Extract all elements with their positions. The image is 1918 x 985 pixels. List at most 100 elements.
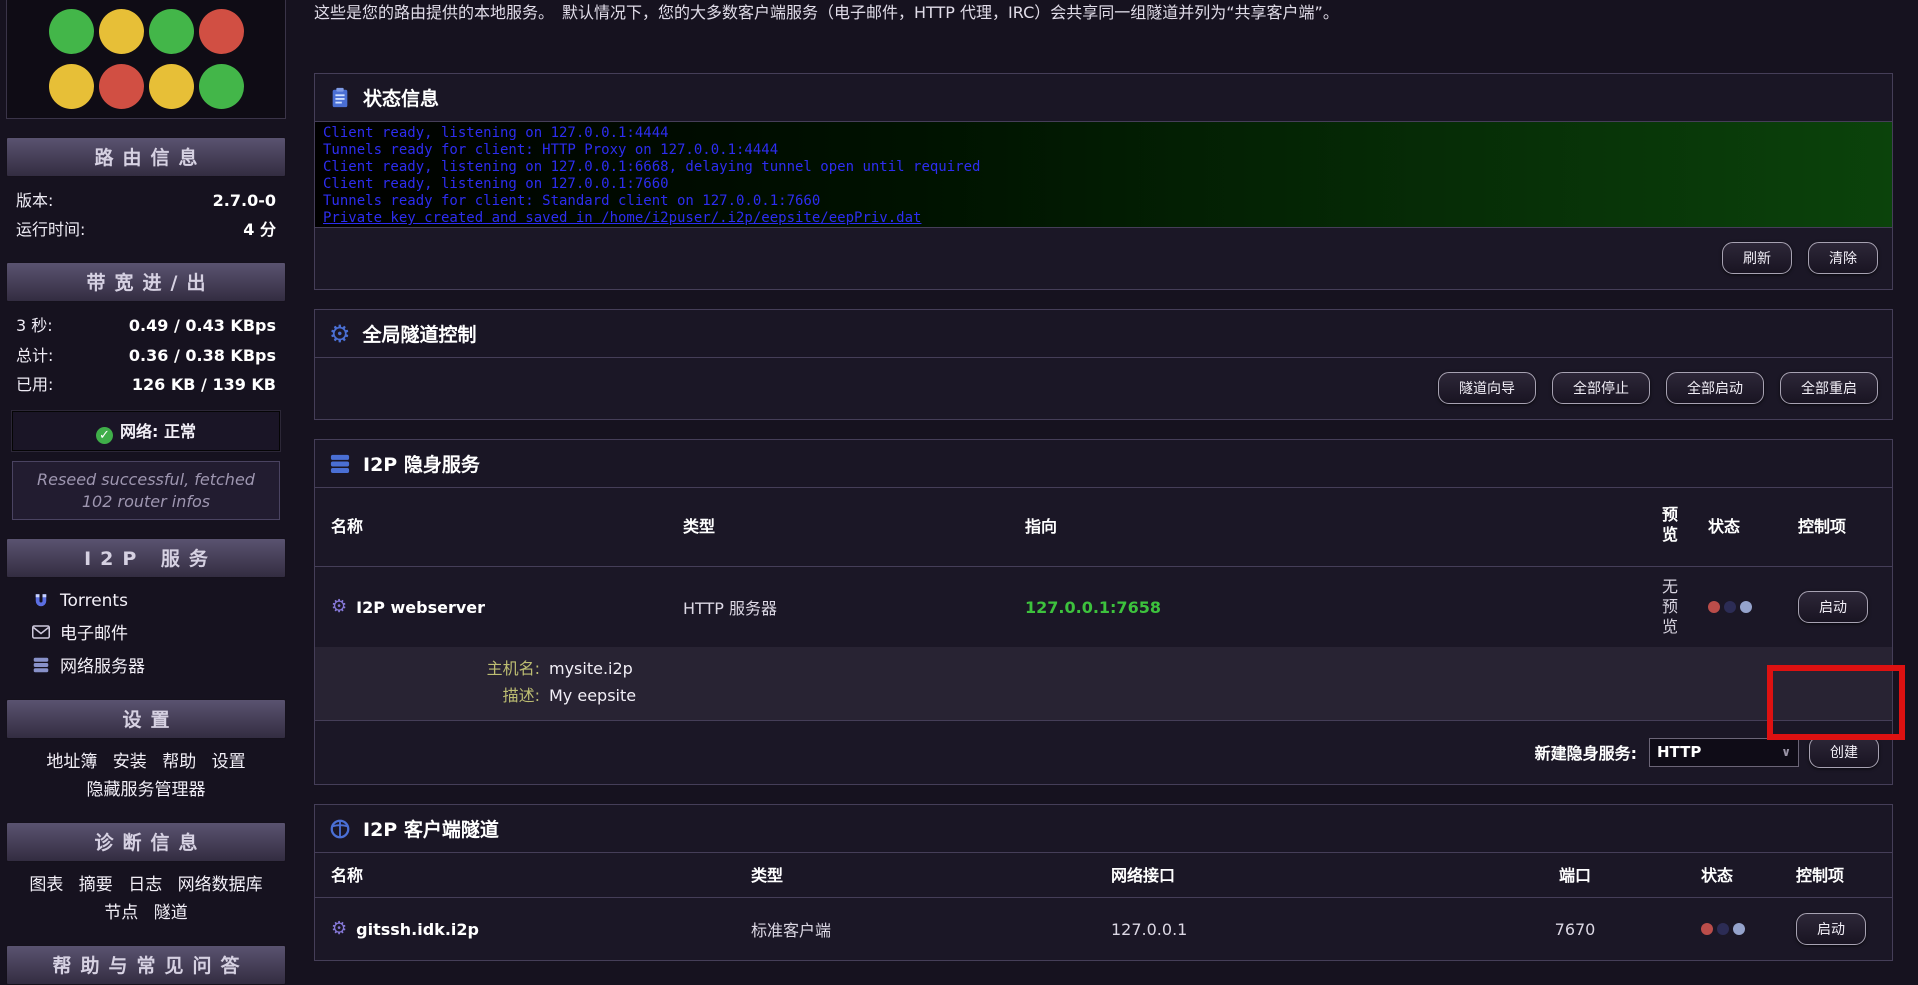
i2p-logo: [6, 0, 286, 119]
sidebar-section-help-faq: 帮助与常见问答: [6, 945, 286, 985]
stop-all-button[interactable]: 全部停止: [1552, 372, 1650, 404]
logo-circle: [199, 9, 244, 54]
sidebar-link-charts[interactable]: 图表: [29, 875, 63, 895]
sidebar-item-label: Torrents: [60, 591, 128, 611]
sidebar-section-services: I2P 服务: [6, 538, 286, 578]
status-dots: [1692, 591, 1782, 623]
create-button[interactable]: 创建: [1809, 736, 1879, 768]
sidebar-item-email[interactable]: 电子邮件: [2, 615, 290, 648]
stat-row-3s: 3 秒: 0.49 / 0.43 KBps: [2, 311, 290, 340]
sidebar-section-bandwidth: 带宽进/出: [6, 262, 286, 302]
col-header-control: 控制项: [1780, 853, 1892, 897]
tunnel-name: I2P webserver: [356, 598, 485, 617]
start-tunnel-button[interactable]: 启动: [1798, 591, 1868, 623]
hostname-label: 主机名:: [315, 656, 540, 682]
status-dot: [1724, 601, 1736, 613]
logo-row: [49, 64, 244, 109]
sidebar-item-label: 电子邮件: [60, 619, 128, 644]
description-value: My eepsite: [549, 683, 1892, 709]
bw-used-label: 已用:: [16, 373, 53, 396]
version-label: 版本:: [16, 189, 53, 212]
status-panel-footer: 刷新 清除: [315, 228, 1892, 289]
sidebar-link-peers[interactable]: 节点: [104, 903, 138, 923]
client-tunnels-panel: I2P 客户端隧道 名称 类型 网络接口 端口 状态 控制项 ⚙ gitssh.…: [314, 804, 1893, 961]
sidebar-link-netdb[interactable]: 网络数据库: [178, 875, 263, 895]
bw-3s-label: 3 秒:: [16, 314, 53, 337]
network-status-box[interactable]: ✓ 网络: 正常: [12, 411, 280, 451]
refresh-button[interactable]: 刷新: [1722, 242, 1792, 274]
diagnostics-links-row2: 节点 隧道: [2, 899, 290, 927]
logo-circle: [99, 64, 144, 109]
tunnel-type-cell: 标准客户端: [735, 902, 1095, 956]
col-header-status: 状态: [1685, 853, 1780, 897]
status-dot: [1717, 923, 1729, 935]
check-circle-icon: ✓: [96, 427, 113, 444]
sidebar-item-label: 网络服务器: [60, 652, 145, 677]
tunnel-wizard-button[interactable]: 隧道向导: [1438, 372, 1536, 404]
settings-links-row: 地址簿 安装 帮助 设置: [2, 748, 290, 776]
col-header-target: 指向: [1009, 496, 1658, 558]
sidebar: 路由信息 版本: 2.7.0-0 运行时间: 4 分 带宽进/出 3 秒: 0.…: [0, 0, 292, 872]
sidebar-item-webserver[interactable]: 网络服务器: [2, 648, 290, 681]
network-status-text: 网络: 正常: [120, 422, 196, 441]
sidebar-item-torrents[interactable]: Torrents: [2, 587, 290, 615]
logo-circle: [99, 9, 144, 54]
magnet-icon: [32, 592, 50, 610]
col-header-status: 状态: [1692, 496, 1782, 558]
col-header-control: 控制项: [1782, 496, 1892, 558]
logo-row: [49, 9, 244, 54]
tunnel-target-cell: 127.0.0.1:7658: [1009, 588, 1658, 627]
sidebar-link-install[interactable]: 安装: [113, 752, 147, 772]
description-label: 描述:: [315, 683, 540, 709]
tunnel-detail-block: 主机名: mysite.i2p 描述: My eepsite: [315, 647, 1892, 720]
bw-total-value: 0.36 / 0.38 KBps: [129, 344, 276, 367]
stat-row-total: 总计: 0.36 / 0.38 KBps: [2, 341, 290, 370]
sidebar-link-addressbook[interactable]: 地址簿: [46, 752, 97, 772]
bw-3s-value: 0.49 / 0.43 KBps: [129, 314, 276, 337]
global-control-header: ⚙ 全局隧道控制: [315, 310, 1892, 358]
sidebar-link-settings[interactable]: 设置: [212, 752, 246, 772]
version-value: 2.7.0-0: [213, 189, 276, 212]
stat-row-version: 版本: 2.7.0-0: [2, 186, 290, 215]
table-row: ⚙ I2P webserver HTTP 服务器 127.0.0.1:7658 …: [315, 566, 1892, 647]
panel-title: 状态信息: [363, 84, 439, 111]
console-line: Private key created and saved in /home/i…: [323, 210, 1884, 227]
col-header-name: 名称: [315, 853, 735, 897]
diagnostics-links-row: 图表 摘要 日志 网络数据库: [2, 871, 290, 899]
client-tunnels-table-header: 名称 类型 网络接口 端口 状态 控制项: [315, 853, 1892, 897]
col-header-name: 名称: [315, 496, 667, 558]
panel-title: 全局隧道控制: [363, 320, 477, 347]
status-dots: [1685, 908, 1780, 950]
col-header-port: 端口: [1455, 853, 1685, 897]
clear-button[interactable]: 清除: [1808, 242, 1878, 274]
start-tunnel-button[interactable]: 启动: [1796, 913, 1866, 945]
status-dot: [1740, 601, 1752, 613]
console-line: Tunnels ready for client: HTTP Proxy on …: [323, 142, 1884, 159]
new-service-type-select[interactable]: HTTP ∨: [1649, 738, 1799, 767]
gear-icon: ⚙: [329, 323, 351, 345]
server-stack-icon: [32, 657, 50, 673]
hidden-services-header: I2P 隐身服务: [315, 440, 1892, 488]
gear-icon: ⚙: [331, 598, 347, 616]
sidebar-link-tunnels[interactable]: 隧道: [154, 903, 188, 923]
tunnel-preview-cell: 无预览: [1658, 567, 1692, 647]
tunnel-name-cell[interactable]: ⚙ gitssh.idk.i2p: [315, 905, 735, 954]
reseed-notice: Reseed successful, fetched 102 router in…: [12, 461, 280, 520]
sidebar-link-help[interactable]: 帮助: [162, 752, 196, 772]
status-dot: [1733, 923, 1745, 935]
hidden-services-panel: I2P 隐身服务 名称 类型 指向 预览 状态 控制项 ⚙ I2P webser…: [314, 439, 1893, 785]
restart-all-button[interactable]: 全部重启: [1780, 372, 1878, 404]
sidebar-link-summary[interactable]: 摘要: [79, 875, 113, 895]
tunnel-name-cell[interactable]: ⚙ I2P webserver: [315, 588, 667, 627]
sidebar-section-diagnostics: 诊断信息: [6, 822, 286, 862]
uptime-value: 4 分: [243, 218, 276, 241]
status-panel-header: 状态信息: [315, 74, 1892, 122]
envelope-icon: [32, 625, 50, 639]
uptime-label: 运行时间:: [16, 218, 85, 241]
sidebar-link-logs[interactable]: 日志: [128, 875, 162, 895]
detail-hostname: 主机名: mysite.i2p: [315, 656, 1892, 682]
sidebar-link-hidden-services-manager[interactable]: 隐藏服务管理器: [87, 780, 206, 800]
tunnel-name: gitssh.idk.i2p: [356, 920, 479, 939]
col-header-interface: 网络接口: [1095, 853, 1455, 897]
start-all-button[interactable]: 全部启动: [1666, 372, 1764, 404]
